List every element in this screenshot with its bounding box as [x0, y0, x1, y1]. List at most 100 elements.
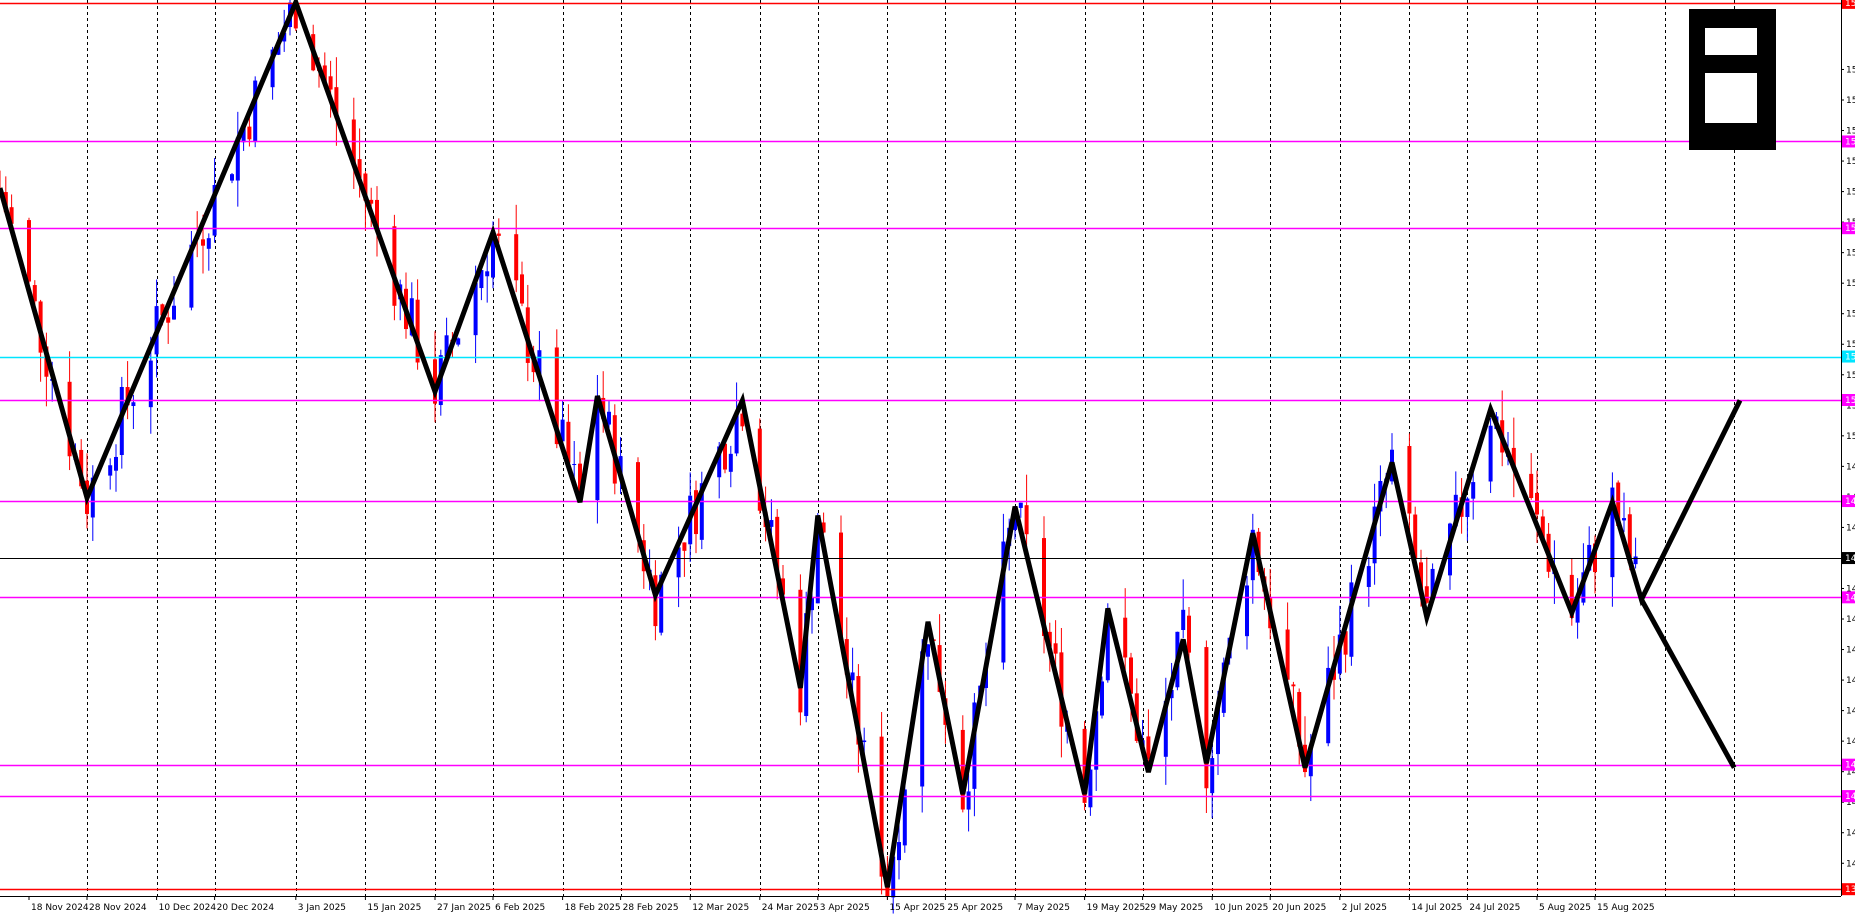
time-tick-label: 25 Apr 2025	[947, 903, 1003, 913]
candle-body	[1488, 425, 1493, 482]
chart-background	[0, 0, 1855, 916]
price-tick-label: 145.270	[1846, 646, 1855, 656]
time-tick-label: 5 Aug 2025	[1539, 903, 1591, 913]
time-tick-label: 18 Nov 2024	[31, 903, 89, 913]
price-tick-label: 153.550	[1846, 279, 1855, 289]
candle-body	[1407, 446, 1412, 514]
price-tick-label: 155.620	[1846, 188, 1855, 198]
candle-body	[1100, 681, 1104, 716]
level-price-label: 154.793	[1845, 224, 1855, 234]
time-tick-label: 14 Jul 2025	[1411, 903, 1462, 913]
chart-glyph-icon	[1689, 9, 1776, 150]
candle-body	[1366, 566, 1371, 587]
candle-body	[1622, 518, 1626, 521]
candle-body	[728, 453, 733, 472]
candle-body	[247, 126, 252, 140]
price-tick-label: 157.000	[1846, 127, 1855, 137]
candle-body	[1291, 684, 1296, 687]
candle-body	[1535, 492, 1539, 515]
candle-body	[230, 174, 234, 181]
candle-body	[1187, 615, 1191, 653]
price-tick-label: 150.100	[1846, 432, 1855, 442]
candle-body	[1024, 505, 1029, 535]
candle-body	[172, 305, 176, 320]
level-price-label: 151.892	[1845, 353, 1855, 363]
price-tick-label: 145.960	[1846, 615, 1855, 625]
candle-body	[1210, 758, 1215, 794]
time-tick-label: 28 Nov 2024	[89, 903, 147, 913]
price-tick-label: 140.440	[1846, 859, 1855, 869]
candle-body	[520, 274, 524, 304]
time-tick-label: 15 Apr 2025	[889, 903, 945, 913]
time-tick-label: 2 Jul 2025	[1342, 903, 1387, 913]
candle-body	[960, 729, 965, 810]
level-price-label: 150.910	[1845, 396, 1855, 406]
candle-body	[514, 234, 519, 281]
time-tick-label: 20 Dec 2024	[217, 903, 275, 913]
candle-body	[1471, 482, 1476, 499]
time-tick-label: 24 Jul 2025	[1469, 903, 1520, 913]
candle-body	[27, 220, 31, 282]
level-price-label: 142.668	[1845, 761, 1855, 771]
price-tick-label: 143.890	[1846, 707, 1855, 717]
candle-body	[166, 317, 171, 323]
candle-body	[1204, 647, 1209, 789]
price-tick-label: 141.130	[1846, 829, 1855, 839]
level-price-label: 156.753	[1845, 137, 1855, 147]
time-tick-label: 10 Jun 2025	[1214, 903, 1268, 913]
candle-body	[1529, 473, 1534, 499]
candle-body	[966, 791, 971, 810]
candle-body	[850, 672, 855, 681]
candle-body	[897, 842, 901, 861]
candle-body	[131, 402, 136, 407]
time-tick-label: 29 May 2025	[1145, 903, 1204, 913]
candle-body	[114, 456, 118, 471]
candle-body	[108, 465, 113, 476]
price-tick-label: 157.690	[1846, 96, 1855, 106]
candle-body	[206, 238, 211, 249]
candle-body	[201, 239, 205, 246]
candle-body	[392, 226, 397, 306]
candle-body	[862, 740, 867, 743]
time-tick-label: 15 Aug 2025	[1597, 903, 1655, 913]
time-tick-label: 10 Dec 2024	[159, 903, 217, 913]
time-tick-label: 15 Jan 2025	[367, 903, 421, 913]
price-tick-label: 158.380	[1846, 65, 1855, 75]
price-tick-label: 152.860	[1846, 310, 1855, 320]
time-tick-label: 12 Mar 2025	[692, 903, 749, 913]
candle-body	[1181, 609, 1186, 631]
price-tick-label: 149.410	[1846, 462, 1855, 472]
price-tick-label: 143.200	[1846, 737, 1855, 747]
level-price-label: 147.338	[1845, 554, 1855, 564]
candle-body	[328, 76, 333, 90]
time-tick-label: 18 Feb 2025	[565, 903, 621, 913]
level-price-label: 148.626	[1845, 497, 1855, 507]
price-tick-label: 154.240	[1846, 249, 1855, 259]
time-tick-label: 28 Feb 2025	[623, 903, 679, 913]
price-tick-label: 148.030	[1846, 523, 1855, 533]
time-tick-label: 19 May 2025	[1087, 903, 1146, 913]
price-tick-label: 156.310	[1846, 157, 1855, 167]
candle-body	[1633, 556, 1638, 565]
candle-body	[1146, 736, 1151, 759]
candle-body	[496, 233, 501, 236]
candle-body	[485, 271, 490, 277]
time-tick-label: 3 Apr 2025	[820, 903, 870, 913]
price-tick-label: 144.580	[1846, 676, 1855, 686]
candle-body	[1123, 617, 1128, 658]
time-tick-label: 6 Feb 2025	[495, 903, 545, 913]
level-price-label: 139.854	[1845, 885, 1855, 895]
level-price-label: 141.958	[1845, 792, 1855, 802]
time-tick-label: 20 Jun 2025	[1272, 903, 1326, 913]
candle-body	[572, 464, 577, 466]
candle-body	[1053, 643, 1058, 654]
candle-body	[1245, 585, 1249, 637]
price-tick-label: 151.480	[1846, 371, 1855, 381]
time-tick-label: 27 Jan 2025	[437, 903, 491, 913]
time-tick-label: 3 Jan 2025	[298, 903, 346, 913]
time-tick-label: 24 Mar 2025	[762, 903, 819, 913]
level-price-label: 146.450	[1845, 593, 1855, 603]
level-price-label: 159.885	[1845, 0, 1855, 9]
candle-body	[1018, 502, 1023, 508]
candle-body	[682, 542, 687, 551]
